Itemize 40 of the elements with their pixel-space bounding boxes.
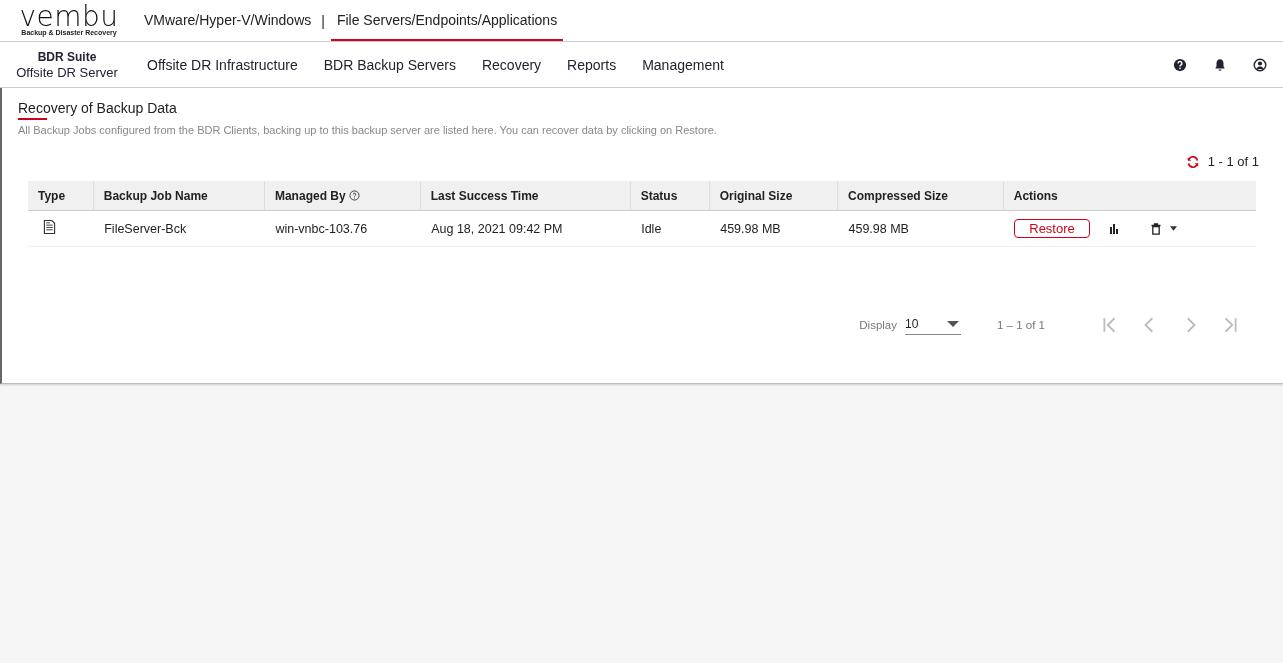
notification-bell-icon[interactable] <box>1213 57 1227 72</box>
caret-icon[interactable] <box>1169 226 1177 231</box>
nav-menu-item[interactable]: BDR Backup Servers <box>310 56 469 73</box>
restore-button[interactable]: Restore <box>1014 219 1090 238</box>
table-cell: 459.98 MB <box>709 210 838 247</box>
nav-menu-item[interactable]: Management <box>629 56 737 73</box>
page-title: Recovery of Backup Data <box>18 100 177 120</box>
record-range: 1 - 1 of 1 <box>1207 154 1259 169</box>
logo-wordmark: vembu <box>19 5 119 29</box>
help-icon[interactable] <box>1173 57 1187 72</box>
column-header: Original Size <box>709 181 838 211</box>
page-description: All Backup Jobs configured from the BDR Clients, backing up to this backup server are listed here. You can recover data by clicking on Restore. <box>18 124 718 136</box>
document-icon <box>43 219 56 235</box>
table-cell: win-vnbc-103.76 <box>264 210 421 247</box>
table-cell: 459.98 MB <box>837 210 1004 247</box>
page-size-label: Display <box>859 319 898 331</box>
nav-menu-item[interactable]: Reports <box>554 56 630 73</box>
delete-icon[interactable] <box>1149 222 1162 235</box>
tab-separator: | <box>320 12 326 29</box>
table-cell: Aug 18, 2021 09:42 PM <box>420 210 631 247</box>
page-range: 1 – 1 of 1 <box>997 319 1045 331</box>
column-header: Last Success Time <box>420 181 631 211</box>
column-header: Managed By <box>264 181 421 211</box>
column-header: Type <box>28 181 94 211</box>
table-cell: FileServer-Bck <box>93 210 265 247</box>
nav-menu-item[interactable]: Offsite DR Infrastructure <box>134 56 311 73</box>
table-cell: Idle <box>630 210 710 247</box>
user-account-icon[interactable] <box>1253 57 1267 72</box>
column-header: Backup Job Name <box>93 181 265 211</box>
column-header: Status <box>630 181 710 211</box>
nav-menu-item[interactable]: Recovery <box>468 56 555 73</box>
column-header: Compressed Size <box>837 181 1004 211</box>
top-tab[interactable]: VMware/Hyper-V/Windows <box>138 0 318 41</box>
refresh-icon[interactable] <box>1185 154 1200 169</box>
page-size-select[interactable]: 10 <box>905 315 962 335</box>
product-name: Offsite DR Server <box>16 64 118 81</box>
product-suite: BDR Suite <box>37 48 97 65</box>
column-header: Actions <box>1003 181 1256 211</box>
caret-icon <box>947 321 960 327</box>
bar-chart-icon[interactable] <box>1107 222 1120 235</box>
